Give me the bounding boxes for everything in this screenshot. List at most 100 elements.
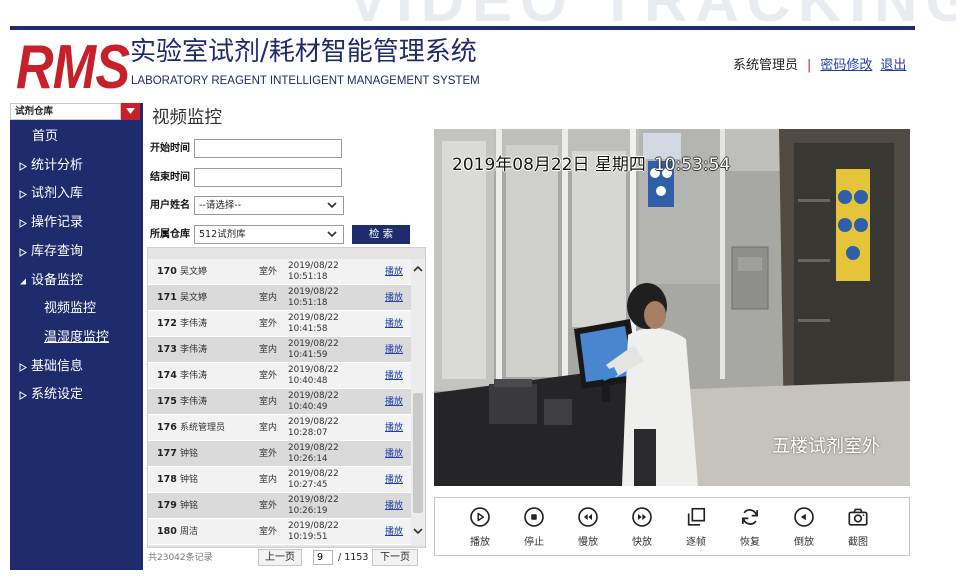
- current-user: 系统管理员: [733, 58, 799, 73]
- scroll-up-button[interactable]: [411, 261, 425, 277]
- record-id: 176: [157, 422, 177, 433]
- sidebar-item-label: 库存查询: [31, 243, 84, 259]
- play-link[interactable]: 播放: [385, 467, 403, 493]
- record-location: 室外: [259, 319, 278, 329]
- play-link[interactable]: 播放: [385, 259, 403, 285]
- start-time-input[interactable]: [194, 139, 342, 158]
- play-link[interactable]: 播放: [385, 389, 403, 415]
- play-button[interactable]: 播放: [453, 498, 507, 555]
- change-password-link[interactable]: 密码修改: [820, 58, 872, 73]
- collapsed-arrow-icon: [19, 190, 27, 200]
- chevron-down-icon: [327, 202, 337, 209]
- search-button[interactable]: 检 索: [352, 225, 410, 244]
- sidebar-item-label: 试剂入库: [31, 186, 84, 202]
- scroll-down-button[interactable]: [411, 523, 425, 539]
- warehouse-filter-select[interactable]: 512试剂库: [194, 225, 344, 244]
- sidebar-item-label: 视频监控: [44, 301, 97, 317]
- play-icon: [470, 507, 490, 527]
- play-link[interactable]: 播放: [385, 337, 403, 363]
- record-date: 2019/08/22: [288, 286, 339, 297]
- end-time-input[interactable]: [194, 168, 342, 187]
- record-id: 177: [157, 448, 177, 459]
- watermark-text: VIDEO TRACKING: [348, 0, 956, 24]
- record-time: 10:51:18: [288, 272, 328, 282]
- user-name-select[interactable]: --请选择--: [194, 196, 344, 215]
- record-datetime: 2019/08/22 10:41:59: [288, 339, 339, 362]
- record-datetime: 2019/08/22 10:40:48: [288, 365, 339, 388]
- sidebar-item-reagent-inbound[interactable]: 试剂入库: [10, 180, 143, 209]
- warehouse-dropdown-button[interactable]: [121, 103, 140, 120]
- sidebar-item-basic-info[interactable]: 基础信息: [10, 353, 143, 382]
- control-label: 快放: [632, 537, 652, 548]
- record-id: 178: [157, 474, 177, 485]
- sidebar-item-label: 温湿度监控: [44, 329, 110, 345]
- video-player[interactable]: 2019年08月22日 星期四 10:53:54 五楼试剂室外: [434, 129, 910, 486]
- restore-button[interactable]: 恢复: [723, 498, 777, 555]
- record-time: 10:51:18: [288, 298, 328, 308]
- control-label: 恢复: [740, 537, 760, 548]
- record-time: 10:19:51: [288, 532, 328, 542]
- warehouse-label: 所属仓库: [150, 229, 190, 240]
- table-row: 180 周洁 室外 2019/08/22 10:19:51 播放: [148, 519, 411, 545]
- record-user: 李伟涛: [180, 319, 208, 329]
- sidebar-item-video-monitor[interactable]: 视频监控: [10, 295, 143, 324]
- record-id: 171: [157, 292, 177, 303]
- sidebar-item-device-monitor[interactable]: 设备监控: [10, 267, 143, 296]
- record-datetime: 2019/08/22 10:41:58: [288, 313, 339, 336]
- scroll-thumb[interactable]: [413, 393, 423, 513]
- table-row: 174 李伟涛 室外 2019/08/22 10:40:48 播放: [148, 363, 411, 389]
- next-page-button[interactable]: 下一页: [372, 549, 418, 566]
- sidebar-item-inventory[interactable]: 库存查询: [10, 238, 143, 267]
- slow-button[interactable]: 慢放: [561, 498, 615, 555]
- sidebar-item-statistics[interactable]: 统计分析: [10, 152, 143, 181]
- sidebar-item-system-settings[interactable]: 系统设定: [10, 381, 143, 410]
- screenshot-button[interactable]: 截图: [831, 498, 885, 555]
- record-datetime: 2019/08/22 10:27:45: [288, 469, 339, 492]
- fast-button[interactable]: 快放: [615, 498, 669, 555]
- record-id: 179: [157, 500, 177, 511]
- record-location: 室外: [259, 371, 278, 381]
- table-scrollbar[interactable]: [411, 259, 425, 545]
- play-link[interactable]: 播放: [385, 285, 403, 311]
- expanded-arrow-icon: [20, 278, 26, 284]
- warehouse-select[interactable]: 试剂仓库: [10, 103, 121, 120]
- play-link[interactable]: 播放: [385, 311, 403, 337]
- sidebar-item-label: 统计分析: [31, 157, 84, 173]
- record-id: 180: [157, 526, 177, 537]
- reverse-button[interactable]: 倒放: [777, 498, 831, 555]
- table-row: 171 吴文婷 室内 2019/08/22 10:51:18 播放: [148, 285, 411, 311]
- record-time: 10:26:19: [288, 506, 328, 516]
- play-link[interactable]: 播放: [385, 519, 403, 545]
- video-time: 10:53:54: [653, 155, 731, 175]
- record-time: 10:40:48: [288, 376, 328, 386]
- stop-button[interactable]: 停止: [507, 498, 561, 555]
- prev-page-button[interactable]: 上一页: [258, 549, 302, 566]
- sidebar-item-operation-log[interactable]: 操作记录: [10, 209, 143, 238]
- record-user: 李伟涛: [180, 345, 208, 355]
- chevron-up-icon: [413, 265, 423, 272]
- camera-name: 五楼试剂室外: [772, 436, 880, 457]
- playback-controls: 播放 停止 慢放 快放 逐帧 恢复 倒放 截图: [434, 497, 910, 556]
- video-date: 2019年08月22日 星期四: [452, 155, 646, 175]
- collapsed-arrow-icon: [19, 219, 27, 228]
- table-row: 175 李伟涛 室内 2019/08/22 10:40:49 播放: [148, 389, 411, 415]
- play-link[interactable]: 播放: [385, 493, 403, 519]
- record-location: 室外: [259, 527, 278, 537]
- record-date: 2019/08/22: [288, 364, 339, 375]
- camera-icon: [848, 508, 868, 526]
- record-user: 系统管理员: [180, 423, 226, 433]
- video-timestamp: 2019年08月22日 星期四 10:53:54: [452, 154, 730, 176]
- record-user: 李伟涛: [180, 371, 208, 381]
- play-link[interactable]: 播放: [385, 415, 403, 441]
- play-link[interactable]: 播放: [385, 441, 403, 467]
- record-datetime: 2019/08/22 10:28:07: [288, 417, 339, 440]
- page-number-input[interactable]: [313, 550, 333, 565]
- sidebar-item-home[interactable]: 首页: [10, 123, 143, 152]
- sidebar-item-temp-humidity[interactable]: 温湿度监控: [10, 324, 143, 353]
- logout-link[interactable]: 退出: [880, 58, 906, 73]
- chevron-down-icon: [327, 231, 337, 238]
- frame-step-button[interactable]: 逐帧: [669, 498, 723, 555]
- record-id: 174: [157, 370, 177, 381]
- collapsed-arrow-icon: [19, 247, 27, 257]
- play-link[interactable]: 播放: [385, 363, 403, 389]
